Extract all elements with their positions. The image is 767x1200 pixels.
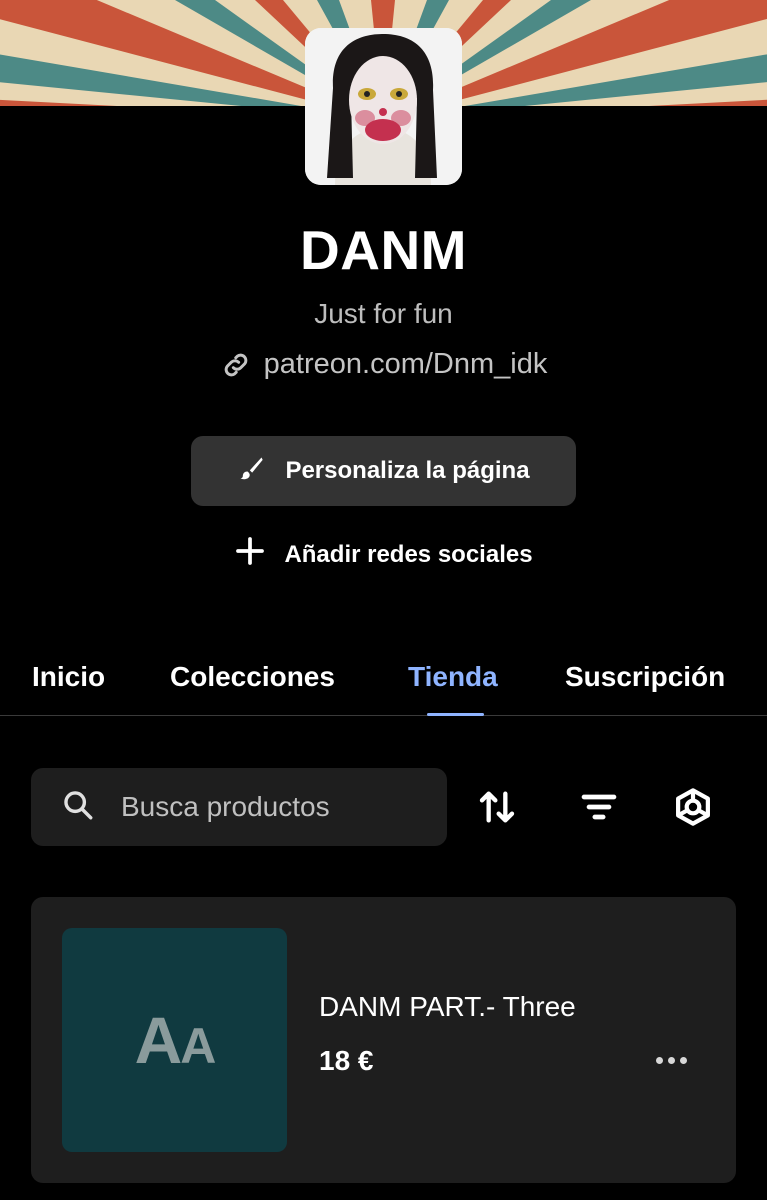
font-glyph-icon: AA <box>134 1003 217 1077</box>
link-icon <box>220 349 252 381</box>
filter-icon[interactable] <box>576 784 622 830</box>
creator-tagline: Just for fun <box>314 298 453 329</box>
add-social-label: Añadir redes sociales <box>284 540 533 568</box>
product-search[interactable] <box>31 768 447 846</box>
tab-colecciones[interactable]: Colecciones <box>170 661 335 693</box>
product-card[interactable]: AA DANM PART.- Three 18 € <box>31 897 736 1183</box>
avatar[interactable] <box>305 28 462 185</box>
profile-link-text: patreon.com/Dnm_idk <box>263 348 548 380</box>
brush-icon <box>237 454 265 489</box>
sort-icon[interactable] <box>474 784 520 830</box>
more-options-icon[interactable] <box>653 1045 689 1075</box>
search-input[interactable] <box>121 791 411 823</box>
plus-icon <box>234 535 266 574</box>
tab-suscripcion[interactable]: Suscripción <box>565 661 725 693</box>
tab-tienda[interactable]: Tienda <box>408 661 498 693</box>
add-social-button[interactable]: Añadir redes sociales <box>0 535 767 574</box>
customize-page-label: Personaliza la página <box>285 457 530 484</box>
search-icon <box>31 788 95 827</box>
tab-bar: Inicio Colecciones Tienda Suscripción <box>0 652 767 716</box>
tab-inicio[interactable]: Inicio <box>32 661 105 693</box>
product-thumbnail: AA <box>62 928 287 1152</box>
creator-name: DANM <box>300 219 467 281</box>
product-title[interactable]: DANM PART.- Three <box>319 991 576 1023</box>
profile-link[interactable]: patreon.com/Dnm_idk <box>0 348 767 381</box>
active-tab-indicator <box>427 713 484 716</box>
product-price: 18 € <box>319 1045 374 1076</box>
settings-icon[interactable] <box>670 784 716 830</box>
customize-page-button[interactable]: Personaliza la página <box>191 436 576 506</box>
